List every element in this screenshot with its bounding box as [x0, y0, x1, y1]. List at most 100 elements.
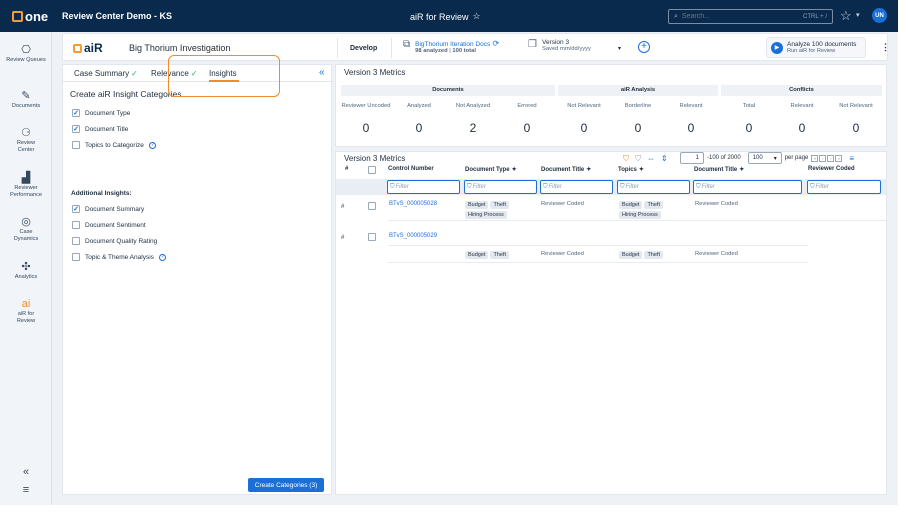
col-header-label: Reviewer Coded: [808, 166, 855, 172]
page-size-value: 100: [752, 155, 763, 161]
filter-control-number[interactable]: ⛉ Filter: [387, 180, 460, 194]
checkbox-label: Document Type: [85, 109, 131, 117]
help-icon[interactable]: ?: [158, 253, 166, 261]
version-selector[interactable]: ❐ Version 3 Saved mm/dd/yyyy: [528, 39, 591, 52]
create-categories-button[interactable]: Create Categories (3): [248, 478, 324, 492]
insight-document-summary[interactable]: ✓ Document Summary: [72, 205, 144, 213]
page-input[interactable]: 1: [680, 152, 704, 164]
tag: Budget: [619, 251, 643, 259]
fit-columns-icon[interactable]: ⇔: [647, 154, 655, 164]
category-topics[interactable]: Topics to Categorize?: [72, 141, 156, 149]
tag: Theft: [490, 201, 509, 209]
filter-topics[interactable]: ⛉ Filter: [617, 180, 690, 194]
divider: [337, 38, 338, 58]
col-header-num: #: [345, 166, 349, 172]
col-header-document-title[interactable]: Document Title ✦: [541, 166, 591, 174]
checkbox-checked[interactable]: ✓: [72, 125, 80, 133]
checkbox[interactable]: [72, 221, 80, 229]
filter-icon: ⛉: [390, 183, 395, 190]
favorite-star-icon[interactable]: ☆: [473, 11, 481, 22]
favorites-star-icon[interactable]: ☆: [840, 8, 852, 24]
analyze-button[interactable]: ▶ Analyze 100 documents Run aiR for Revi…: [766, 37, 866, 58]
topics-tags: Budget Theft Hiring Process: [619, 201, 679, 219]
filter-placeholder: Filter: [815, 184, 829, 190]
col-header-reviewer-coded[interactable]: Reviewer Coded: [808, 166, 855, 172]
select-all-checkbox[interactable]: [368, 166, 376, 174]
sidebar-item-analytics[interactable]: ✣ Analytics: [0, 261, 52, 281]
row-checkbox[interactable]: [368, 202, 376, 210]
air-icon: ai: [21, 298, 31, 310]
control-number-link[interactable]: BTvS_000005029: [389, 233, 437, 239]
insight-document-quality[interactable]: Document Quality Rating: [72, 237, 157, 245]
sidebar-item-documents[interactable]: ✎ Documents: [0, 90, 52, 110]
checkbox-checked[interactable]: ✓: [72, 109, 80, 117]
col-header-topics[interactable]: Topics ✦: [618, 166, 644, 174]
app-logo[interactable]: one: [0, 0, 58, 32]
metric-label: Total: [742, 103, 756, 109]
col-header-control-number[interactable]: Control Number: [388, 166, 434, 172]
user-avatar[interactable]: UN: [872, 8, 887, 23]
air-logo-icon: [73, 43, 82, 53]
category-document-type[interactable]: ✓ Document Type: [72, 109, 130, 117]
checkbox[interactable]: [368, 166, 376, 174]
control-number-link[interactable]: BTvS_000005028: [389, 201, 437, 207]
clear-filter-icon[interactable]: ⛉: [635, 154, 641, 164]
air-logo-text: aiR: [84, 41, 103, 55]
checkbox[interactable]: [72, 141, 80, 149]
metric-label: Analyzed: [407, 103, 431, 109]
checkbox[interactable]: [72, 253, 80, 261]
mode-label[interactable]: Develop: [350, 45, 377, 52]
collapse-sidebar-icon[interactable]: «: [0, 466, 52, 478]
filter-document-type[interactable]: ⛉ Filter: [464, 180, 537, 194]
checkbox-label: Document Sentiment: [85, 221, 146, 229]
filter-icon[interactable]: ⛉: [623, 154, 629, 164]
version-dropdown-icon[interactable]: ▾: [618, 45, 621, 52]
sidebar-item-label: Reviewer Performance: [9, 185, 43, 198]
col-header-document-title-2[interactable]: Document Title ✦: [694, 166, 744, 174]
row-height-icon[interactable]: ⇕: [661, 154, 668, 164]
category-document-title[interactable]: ✓ Document Title: [72, 125, 128, 133]
checkbox-checked[interactable]: ✓: [72, 205, 80, 213]
col-header-label: Document Type: [465, 166, 510, 173]
insight-document-sentiment[interactable]: Document Sentiment: [72, 221, 146, 229]
filter-reviewer-coded[interactable]: ⛉ Filter: [807, 180, 881, 194]
next-page-icon[interactable]: ›: [827, 154, 835, 162]
tab-case-summary[interactable]: Case Summary ✓: [74, 69, 138, 78]
sidebar-item-case-dynamics[interactable]: ◎ Case Dynamics: [0, 216, 52, 243]
checkbox[interactable]: [72, 237, 80, 245]
help-icon[interactable]: ?: [148, 141, 156, 149]
collapse-panel-icon[interactable]: «: [319, 67, 325, 78]
sidebar-item-review-queues[interactable]: ⎔ Review Queues: [0, 44, 52, 64]
sidebar-item-air-for-review[interactable]: ai aiR for Review: [0, 298, 52, 325]
filter-document-title-2[interactable]: ⛉ Filter: [693, 180, 802, 194]
col-header-document-type[interactable]: Document Type ✦: [465, 166, 517, 174]
menu-icon[interactable]: ≡: [0, 484, 52, 496]
sidebar-item-review-center[interactable]: ⚆ Review Center: [0, 127, 52, 154]
search-input[interactable]: [681, 13, 800, 20]
refresh-icon[interactable]: ⟳: [493, 39, 500, 48]
metric-value: 0: [798, 121, 806, 135]
favorites-chevron-down-icon[interactable]: ▾: [856, 11, 860, 19]
metric-value: 0: [362, 121, 370, 135]
more-options-icon[interactable]: ⋮: [881, 42, 890, 53]
checkbox[interactable]: [368, 233, 376, 241]
metric-label: Relevant: [790, 103, 814, 109]
last-page-icon[interactable]: »: [835, 154, 843, 162]
checkbox[interactable]: [368, 202, 376, 210]
doc-set-selector[interactable]: ⧉ BigThorium Iteration Docs ⟳ 98 analyze…: [403, 39, 499, 54]
search-box[interactable]: ⌕ CTRL + /: [668, 9, 833, 24]
first-page-icon[interactable]: «: [811, 154, 819, 162]
grid-menu-icon[interactable]: ≡: [849, 154, 854, 163]
row-checkbox[interactable]: [368, 233, 376, 241]
prev-page-icon[interactable]: ‹: [819, 154, 827, 162]
topics-tags: Budget Theft: [619, 251, 679, 259]
sidebar-item-label: Documents: [11, 103, 41, 109]
row-divider: [388, 262, 808, 263]
sidebar-item-reviewer-performance[interactable]: ▟ Reviewer Performance: [0, 172, 52, 199]
insight-topic-theme[interactable]: Topic & Theme Analysis?: [72, 253, 166, 261]
doc-set-title[interactable]: BigThorium Iteration Docs: [415, 41, 490, 48]
page-size-select[interactable]: 100 ▾: [747, 152, 782, 164]
add-version-button[interactable]: +: [638, 41, 650, 53]
filter-document-title[interactable]: ⛉ Filter: [540, 180, 613, 194]
workspace-title[interactable]: Review Center Demo - KS: [62, 11, 172, 21]
